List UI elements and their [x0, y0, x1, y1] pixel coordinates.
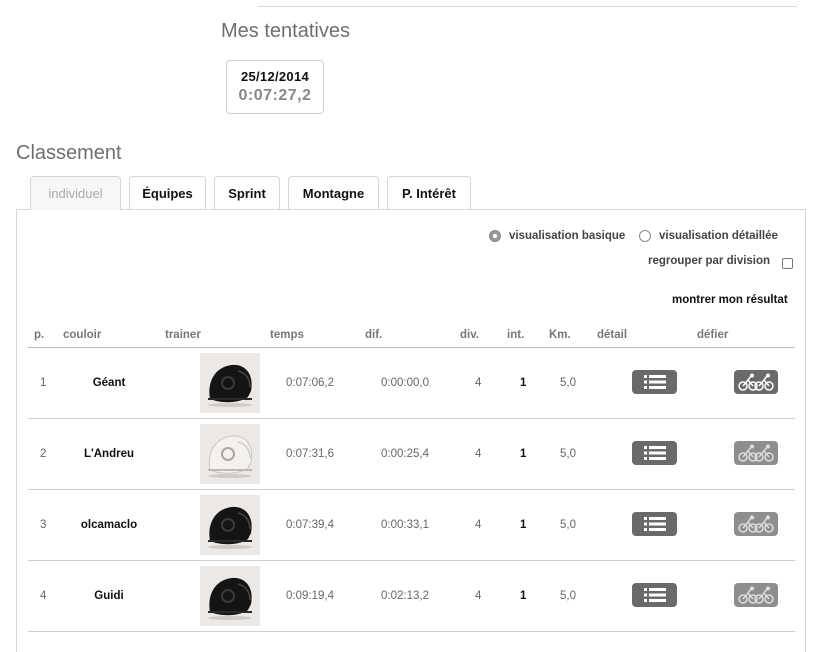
black-helmet-icon — [200, 353, 260, 413]
challenge-button[interactable] — [734, 370, 778, 394]
col-header-couloir: couloir — [63, 329, 102, 341]
row-name[interactable]: olcamaclo — [59, 519, 159, 531]
tab-individuel[interactable]: individuel — [30, 176, 121, 210]
row-time: 0:09:19,4 — [286, 590, 334, 602]
cyclists-icon — [738, 444, 774, 462]
detail-button[interactable] — [632, 512, 677, 536]
row-diff: 0:00:33,1 — [381, 519, 429, 531]
cyclists-icon — [738, 586, 774, 604]
row-name[interactable]: Géant — [59, 377, 159, 389]
tab-sprint[interactable]: Sprint — [214, 176, 280, 209]
challenge-button[interactable] — [734, 583, 778, 607]
cyclists-icon — [738, 515, 774, 533]
row-div: 4 — [475, 590, 482, 602]
ranking-panel — [16, 209, 806, 652]
view-basic-radio[interactable] — [489, 230, 501, 242]
row-int: 1 — [520, 448, 527, 460]
view-detailed-label[interactable]: visualisation détaillée — [659, 230, 778, 242]
list-icon — [644, 588, 666, 602]
show-my-result-link[interactable]: montrer mon résultat — [672, 294, 788, 306]
attempts-title: Mes tentatives — [221, 20, 350, 42]
row-km: 5,0 — [560, 377, 576, 389]
row-name[interactable]: L'Andreu — [59, 448, 159, 460]
view-basic-label[interactable]: visualisation basique — [509, 230, 625, 242]
tab-p-interet[interactable]: P. Intérêt — [387, 176, 471, 209]
col-header-temps: temps — [270, 329, 304, 341]
ranking-title: Classement — [16, 142, 122, 164]
row-diff: 0:02:13,2 — [381, 590, 429, 602]
detail-button[interactable] — [632, 583, 677, 607]
list-icon — [644, 375, 666, 389]
attempt-time: 0:07:27,2 — [238, 87, 312, 104]
row-int: 1 — [520, 519, 527, 531]
attempt-date: 25/12/2014 — [240, 69, 310, 84]
group-by-division-checkbox[interactable] — [782, 258, 793, 269]
row-position: 2 — [40, 448, 47, 460]
row-div: 4 — [475, 519, 482, 531]
detail-button[interactable] — [632, 370, 677, 394]
cyclists-icon — [738, 373, 774, 391]
row-position: 1 — [40, 377, 47, 389]
row-diff: 0:00:00,0 — [381, 377, 429, 389]
col-header-km: Km. — [549, 329, 571, 341]
row-divider — [28, 489, 795, 490]
row-div: 4 — [475, 377, 482, 389]
group-by-division-label[interactable]: regrouper par division — [648, 255, 770, 267]
list-icon — [644, 446, 666, 460]
row-km: 5,0 — [560, 590, 576, 602]
row-position: 3 — [40, 519, 47, 531]
col-header-dif: dif. — [365, 329, 383, 341]
row-km: 5,0 — [560, 448, 576, 460]
col-header-detail: détail — [597, 329, 628, 341]
row-position: 4 — [40, 590, 47, 602]
col-header-defier: défier — [697, 329, 729, 341]
row-name[interactable]: Guidi — [59, 590, 159, 602]
row-divider — [28, 418, 795, 419]
row-divider — [28, 560, 795, 561]
challenge-button[interactable] — [734, 512, 778, 536]
detail-button[interactable] — [632, 441, 677, 465]
attempt-card[interactable]: 25/12/2014 0:07:27,2 — [226, 60, 324, 114]
black-helmet-icon — [200, 495, 260, 555]
col-header-int: int. — [507, 329, 525, 341]
view-detailed-radio[interactable] — [639, 230, 651, 242]
row-time: 0:07:06,2 — [286, 377, 334, 389]
col-header-position: p. — [34, 329, 45, 341]
row-time: 0:07:39,4 — [286, 519, 334, 531]
header-divider — [28, 347, 795, 348]
tab-montagne[interactable]: Montagne — [288, 176, 379, 209]
row-diff: 0:00:25,4 — [381, 448, 429, 460]
row-time: 0:07:31,6 — [286, 448, 334, 460]
row-int: 1 — [520, 377, 527, 389]
row-div: 4 — [475, 448, 482, 460]
challenge-button[interactable] — [734, 441, 778, 465]
row-km: 5,0 — [560, 519, 576, 531]
black-helmet-icon — [200, 566, 260, 626]
white-helmet-icon — [200, 424, 260, 484]
row-divider — [28, 631, 795, 632]
col-header-trainer: trainer — [165, 329, 201, 341]
col-header-div: div. — [460, 329, 479, 341]
list-icon — [644, 517, 666, 531]
row-int: 1 — [520, 590, 527, 602]
tab-equipes[interactable]: Équipes — [129, 176, 206, 209]
top-divider — [258, 6, 797, 7]
